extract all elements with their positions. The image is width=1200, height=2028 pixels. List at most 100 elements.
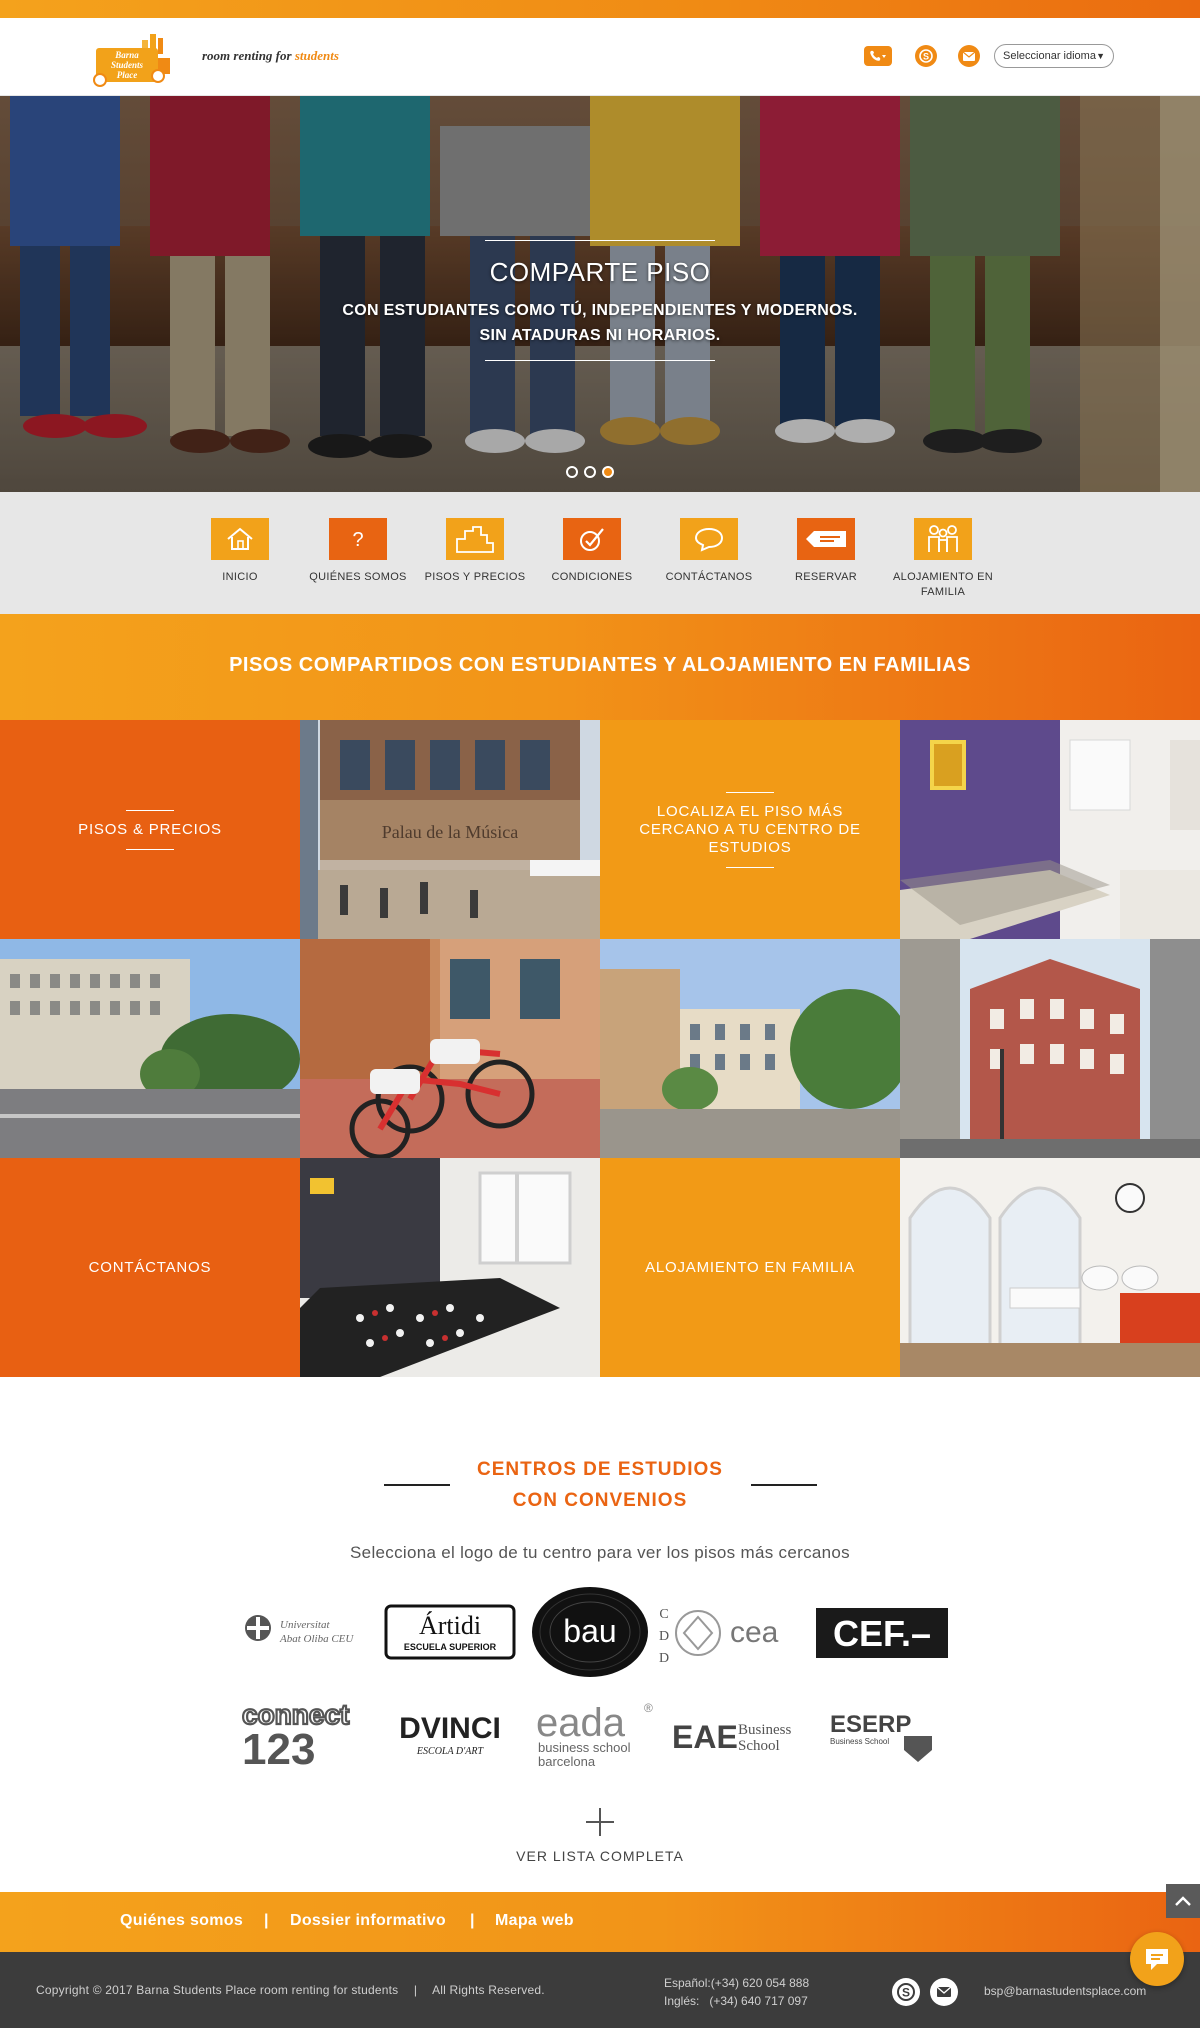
logo-artidi-text: Ártidi xyxy=(419,1611,481,1640)
logo-bau[interactable]: bau xyxy=(531,1586,649,1678)
tile-alojamiento-familia-label: ALOJAMIENTO EN FAMILIA xyxy=(645,1258,855,1276)
tile-rule-top xyxy=(126,809,174,811)
ver-lista-completa-link[interactable]: VER LISTA COMPLETA xyxy=(0,1848,1200,1864)
nav-label-inicio: INICIO xyxy=(222,571,258,583)
svg-text:S: S xyxy=(902,1986,910,2000)
logo-bau-text: bau xyxy=(563,1613,616,1649)
logo-eada-text: eada xyxy=(536,1701,626,1745)
scroll-top-button[interactable] xyxy=(1166,1884,1200,1918)
logo-connect-123[interactable]: connect 123 xyxy=(242,1698,370,1768)
logo-eada[interactable]: eada ® business school barcelona xyxy=(536,1698,654,1772)
footer-bottom: Copyright © 2017 Barna Students Place ro… xyxy=(0,1952,1200,2028)
icon-nav-bar: INICIO ? QUIÉNES SOMOS PISOS Y PRECIOS C… xyxy=(0,492,1200,614)
footer-separator: | xyxy=(470,1912,475,1929)
logo-eae-sub-2: School xyxy=(738,1738,780,1754)
checklist-icon xyxy=(563,518,621,560)
mail-button[interactable] xyxy=(958,45,980,67)
footer-email[interactable]: bsp@barnastudentsplace.com xyxy=(984,1984,1146,1998)
tile-photo-bedroom-black xyxy=(300,1158,600,1377)
skype-icon: S xyxy=(919,49,933,63)
logo-line-1: Barna xyxy=(114,50,139,60)
section-banner-title: PISOS COMPARTIDOS CON ESTUDIANTES Y ALOJ… xyxy=(229,654,971,676)
tile-photo-avenue xyxy=(0,939,300,1158)
nav-item-inicio[interactable]: INICIO xyxy=(186,518,294,585)
hero-caption: COMPARTE PISO CON ESTUDIANTES COMO TÚ, I… xyxy=(300,240,900,361)
site-header: Barna Students Place room renting for st… xyxy=(0,18,1200,96)
tile-rule-top xyxy=(726,791,774,793)
tile-contactanos-label: CONTÁCTANOS xyxy=(88,1258,212,1276)
tile-photo-bedroom-purple xyxy=(900,720,1200,939)
phone-button[interactable] xyxy=(864,46,892,66)
logo-eada-sub-2: barcelona xyxy=(538,1754,596,1769)
copyright-line: Copyright © 2017 Barna Students Place ro… xyxy=(36,1983,399,1997)
logo-abat-oliba[interactable]: Universitat Abat Oliba CEU xyxy=(242,1608,372,1656)
chat-widget-button[interactable] xyxy=(1130,1932,1184,1986)
copyright-separator: | xyxy=(413,1983,418,1997)
centros-title-line-1: CENTROS DE ESTUDIOS xyxy=(477,1459,723,1480)
logo-eae[interactable]: EAE Business School xyxy=(672,1712,804,1756)
nav-item-contactanos[interactable]: CONTÁCTANOS xyxy=(655,518,763,585)
logo-abat-line-1: Universitat xyxy=(280,1619,330,1631)
nav-item-quienes-somos[interactable]: ? QUIÉNES SOMOS xyxy=(304,518,412,585)
logo-line-3: Place xyxy=(117,70,138,80)
svg-text:S: S xyxy=(923,52,929,62)
hero-subtitle-line-1: CON ESTUDIANTES COMO TÚ, INDEPENDIENTES … xyxy=(342,302,858,319)
centros-title: CENTROS DE ESTUDIOS CON CONVENIOS xyxy=(0,1454,1200,1516)
nav-item-alojamiento-familia[interactable]: ALOJAMIENTO EN FAMILIA xyxy=(889,518,997,600)
slider-dot-1[interactable] xyxy=(566,466,578,478)
hero-rule-top xyxy=(485,240,715,241)
logo-eserp[interactable]: ESERP Business School xyxy=(828,1706,934,1764)
slider-dot-2[interactable] xyxy=(584,466,596,478)
nav-label-reservar: RESERVAR xyxy=(795,571,857,583)
logo-davinci-text: DVINCI xyxy=(399,1712,501,1745)
nav-item-reservar[interactable]: RESERVAR xyxy=(772,518,880,585)
tile-photo-palau-musica: Palau de la Música xyxy=(300,720,600,939)
chat-icon xyxy=(1146,1949,1168,1970)
footer-mail-button[interactable] xyxy=(930,1978,958,2006)
logo-cea-text: cea xyxy=(730,1616,779,1649)
nav-item-condiciones[interactable]: CONDICIONES xyxy=(538,518,646,585)
slider-dot-3[interactable] xyxy=(602,466,614,478)
skype-button[interactable]: S xyxy=(915,45,937,67)
logo-eae-sub-1: Business xyxy=(738,1722,792,1738)
logo-cef[interactable]: CEF.– xyxy=(816,1608,948,1658)
brand-logo[interactable]: Barna Students Place xyxy=(92,32,202,88)
logo-davinci-sub: ESCOLA D'ART xyxy=(416,1746,485,1757)
hero-title: COMPARTE PISO xyxy=(489,257,711,287)
nav-label-pisos-precios: PISOS Y PRECIOS xyxy=(424,571,526,583)
skype-icon: S xyxy=(897,1983,915,2001)
phone-icon xyxy=(870,50,886,61)
nav-label-condiciones: CONDICIONES xyxy=(551,571,633,583)
home-icon xyxy=(211,518,269,560)
footer-link-mapa-web[interactable]: Mapa web xyxy=(495,1912,574,1930)
logo-davinci[interactable]: DVINCI ESCOLA D'ART xyxy=(386,1708,514,1760)
nav-label-alojamiento-familia: ALOJAMIENTO EN FAMILIA xyxy=(893,571,993,598)
tile-contactanos[interactable]: CONTÁCTANOS xyxy=(0,1158,300,1377)
footer-separator: | xyxy=(264,1912,269,1929)
question-icon: ? xyxy=(329,518,387,560)
tile-pisos-precios[interactable]: PISOS & PRECIOS xyxy=(0,720,300,939)
tile-localiza[interactable]: LOCALIZA EL PISO MÁS CERCANO A TU CENTRO… xyxy=(600,720,900,939)
logo-artidi[interactable]: Ártidi ESCUELA SUPERIOR xyxy=(384,1604,516,1660)
footer-phones: Español:(+34) 620 054 888 Inglés: (+34) … xyxy=(664,1974,809,2010)
hero-rule-bottom xyxy=(485,360,715,361)
footer-link-quienes-somos[interactable]: Quiénes somos xyxy=(120,1912,243,1930)
mail-icon xyxy=(963,51,975,61)
logo-eada-sub-1: business school xyxy=(538,1740,631,1755)
logo-cdd-3: D xyxy=(659,1651,669,1666)
tagline-prefix: room renting for xyxy=(202,48,295,63)
logo-artidi-sub: ESCUELA SUPERIOR xyxy=(404,1642,497,1652)
tile-alojamiento-familia[interactable]: ALOJAMIENTO EN FAMILIA xyxy=(600,1158,900,1377)
footer-link-dossier[interactable]: Dossier informativo xyxy=(290,1912,446,1930)
footer-skype-button[interactable]: S xyxy=(892,1978,920,2006)
nav-label-quienes-somos: QUIÉNES SOMOS xyxy=(309,571,407,583)
language-select[interactable]: Seleccionar idioma ▼ xyxy=(994,44,1114,68)
logo-cdd-1: C xyxy=(659,1607,668,1622)
tagline-accent: students xyxy=(294,48,339,63)
svg-text:®: ® xyxy=(644,1701,653,1715)
language-select-value: Seleccionar idioma xyxy=(1003,50,1096,62)
nav-item-pisos-precios[interactable]: PISOS Y PRECIOS xyxy=(421,518,529,585)
logo-cdd-cea[interactable]: C D D cea xyxy=(656,1600,806,1666)
plus-icon[interactable] xyxy=(584,1806,616,1838)
slider-dots xyxy=(566,466,614,478)
